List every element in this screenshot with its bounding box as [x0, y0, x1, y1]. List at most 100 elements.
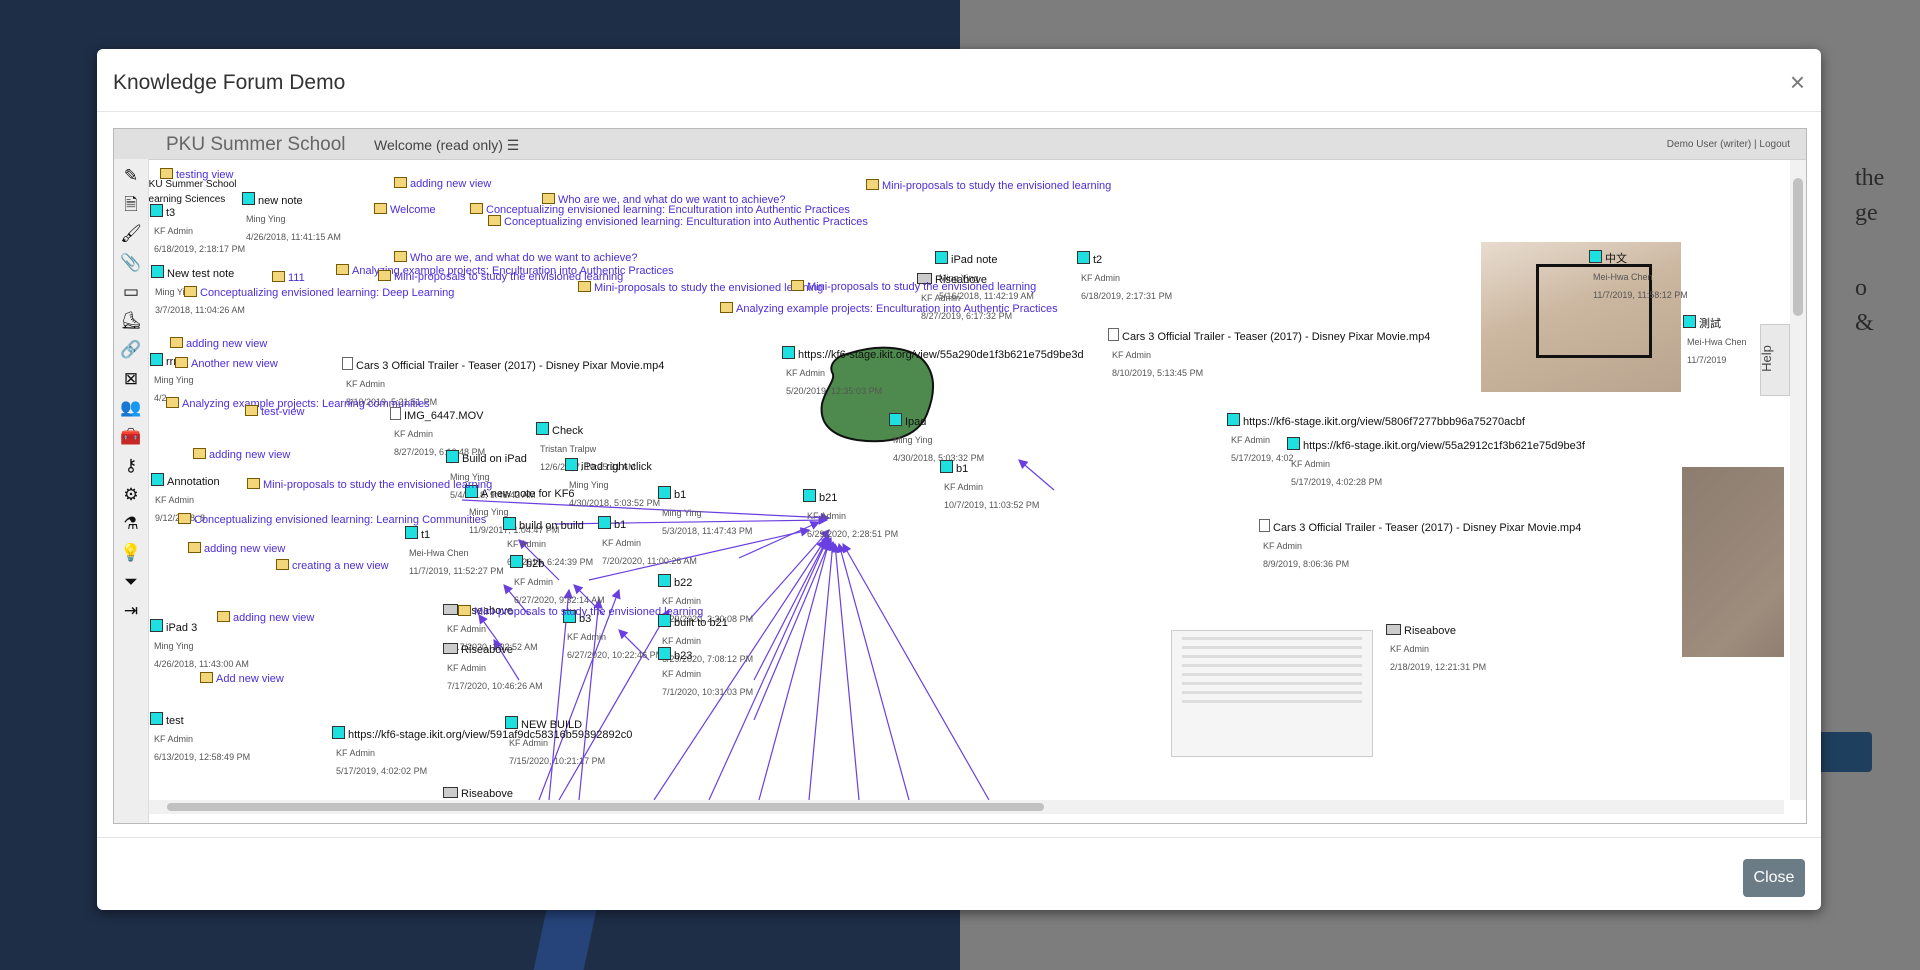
view-link[interactable]: Who are we, and what do we want to achie…: [394, 251, 637, 264]
view-link[interactable]: adding new view: [188, 542, 285, 555]
view-link[interactable]: Another new view: [175, 357, 278, 370]
note-date: 5/17/2019, 4:02: [1231, 453, 1294, 463]
view-link[interactable]: Conceptualizing envisioned learning: Enc…: [488, 215, 868, 228]
note-item[interactable]: Riseabove KF Admin 2/18/2019, 12:21:31 PM: [1386, 621, 1486, 675]
view-icon: [470, 203, 483, 214]
note-item[interactable]: b1 KF Admin 10/7/2019, 11:03:52 PM: [940, 459, 1039, 513]
note-item[interactable]: test KF Admin 6/13/2019, 12:58:49 PM: [150, 711, 250, 765]
view-link[interactable]: Mini-proposals to study the envisioned l…: [578, 281, 823, 294]
note-item[interactable]: Riseabove KF Admin 7/17/2020, 10:46:26 AM: [443, 640, 543, 694]
note-date: 5/17/2019, 4:02:02 PM: [336, 766, 428, 776]
note-item[interactable]: iPad right click Ming Ying 4/30/2018, 5:03…: [565, 457, 660, 511]
note-date: 6/29/2020, 2:28:51 PM: [807, 529, 899, 539]
background-text: o: [1855, 275, 1867, 301]
scroll-thumb[interactable]: [167, 803, 1044, 811]
help-tab[interactable]: Help: [1759, 324, 1790, 396]
pencil-icon[interactable]: ✎: [114, 161, 148, 191]
note-item[interactable]: t3 KF Admin 6/18/2019, 2:18:17 PM: [150, 203, 245, 257]
photo-attachment[interactable]: [1682, 467, 1784, 657]
note-item[interactable]: Ipad Ming Ying 4/30/2018, 5:03:32 PM: [889, 412, 984, 466]
note-item[interactable]: Cars 3 Official Trailer - Teaser (2017) …: [1259, 518, 1581, 572]
note-date: 6/13/2019, 12:58:49 PM: [154, 752, 251, 762]
note-item[interactable]: b1 KF Admin 7/20/2020, 11:00:26 AM: [598, 515, 697, 569]
horizontal-scrollbar[interactable]: [149, 800, 1784, 814]
note-icon: [242, 192, 255, 205]
view-link[interactable]: Add new view: [200, 672, 284, 685]
note-item[interactable]: Riseabove KF Admin 8/27/2019, 6:17:32 PM: [917, 270, 1012, 324]
note-item[interactable]: 中文 Mei-Hwa Chen 11/7/2019, 11:58:12 PM: [1589, 249, 1688, 303]
view-link[interactable]: adding new view: [193, 448, 290, 461]
note-item[interactable]: https://kf6-stage.ikit.org/view/55a290de…: [782, 345, 1084, 399]
link-icon[interactable]: 🔗: [114, 335, 148, 365]
note-item[interactable]: Cars 3 Official Trailer - Teaser (2017) …: [1108, 327, 1430, 381]
note-author: Ming Ying: [246, 214, 286, 224]
paperclip-icon[interactable]: 📎: [114, 248, 148, 278]
background-text: &: [1855, 310, 1874, 336]
view-link[interactable]: Welcome: [374, 203, 436, 216]
view-link[interactable]: adding new view: [394, 177, 491, 190]
list-icon[interactable]: ☰: [507, 137, 520, 153]
view-icon: [378, 270, 391, 281]
note-item[interactable]: Riseabove: [443, 784, 513, 800]
note-item[interactable]: iPad 3 Ming Ying 4/26/2018, 11:43:00 AM: [150, 618, 249, 672]
note-item[interactable]: t2 KF Admin 6/18/2019, 2:17:31 PM: [1077, 250, 1172, 304]
vertical-scrollbar[interactable]: [1790, 160, 1806, 800]
note-icon[interactable]: 🗎: [114, 190, 148, 220]
community-title: PKU Summer School: [166, 134, 346, 155]
note-title: Annotation: [167, 476, 220, 488]
brush-icon[interactable]: 🖌: [114, 219, 148, 249]
view-link[interactable]: Conceptualizing envisioned learning: Lea…: [178, 513, 486, 526]
note-item[interactable]: 測試 Mei-Hwa Chen 11/7/2019: [1683, 314, 1747, 368]
view-link[interactable]: Conceptualizing envisioned learning: Dee…: [184, 286, 454, 299]
shoe-icon[interactable]: ⛸: [114, 306, 148, 336]
lightbulb-icon[interactable]: 💡: [114, 538, 148, 568]
kf-view-frame: PKU Summer School Welcome (read only) ☰ …: [113, 128, 1807, 824]
key-icon[interactable]: ⚷: [114, 451, 148, 481]
view-link[interactable]: Mini-proposals to study the envisioned l…: [866, 179, 1111, 192]
screenshot-attachment[interactable]: [1171, 630, 1373, 757]
note-title: t1: [421, 529, 431, 541]
view-link[interactable]: adding new view: [170, 337, 267, 350]
close-icon[interactable]: ×: [1790, 67, 1805, 98]
image-icon[interactable]: ⊠: [114, 364, 148, 394]
note-item[interactable]: t1 Mei-Hwa Chen 11/7/2019, 11:52:27 PM: [405, 525, 504, 579]
note-item[interactable]: b23 KF Admin 7/1/2020, 10:31:03 PM: [658, 646, 753, 700]
gear-icon[interactable]: ⚙: [114, 480, 148, 510]
view-link-label: test-view: [261, 406, 305, 418]
note-title: 測試: [1699, 318, 1721, 330]
note-date: 3/7/2018, 11:04:26 AM: [155, 305, 245, 315]
view-label: PKU Summer School: [149, 179, 237, 190]
toolbox-icon[interactable]: 🧰: [114, 422, 148, 452]
view-link[interactable]: Mini-proposals to study the envisioned l…: [458, 605, 703, 618]
view-link[interactable]: Mini-proposals to study the envisioned l…: [247, 478, 492, 491]
scroll-thumb[interactable]: [1793, 178, 1803, 316]
view-link[interactable]: Analyzing example projects: Enculturatio…: [720, 302, 1058, 315]
note-item[interactable]: b21 KF Admin 6/29/2020, 2:28:51 PM: [803, 488, 898, 542]
users-icon[interactable]: 👥: [114, 393, 148, 423]
exit-icon[interactable]: ⇥: [114, 596, 148, 626]
window-icon[interactable]: ▭: [114, 277, 148, 307]
modal-footer: Close: [97, 837, 1821, 911]
note-item[interactable]: new note Ming Ying 4/26/2018, 11:41:15 AM: [242, 191, 341, 245]
filter-icon[interactable]: ⏷: [114, 567, 148, 597]
flask-icon[interactable]: ⚗: [114, 509, 148, 539]
view-link[interactable]: creating a new view: [276, 559, 389, 572]
logout-link[interactable]: Logout: [1759, 139, 1790, 150]
view-title[interactable]: Welcome (read only) ☰: [374, 137, 519, 154]
view-link[interactable]: 111: [272, 271, 305, 284]
note-author: Ming Ying: [154, 375, 194, 385]
note-title: new note: [258, 195, 303, 207]
note-date: 10/7/2019, 11:03:52 PM: [944, 500, 1040, 510]
view-link[interactable]: Mini-proposals to study the envisioned l…: [791, 280, 1036, 293]
view-link[interactable]: test-view: [245, 405, 304, 418]
note-date: 8/10/2019, 5:13:45 PM: [1112, 368, 1204, 378]
close-button[interactable]: Close: [1743, 859, 1805, 897]
note-title: t3: [166, 207, 176, 219]
view-link[interactable]: adding new view: [217, 611, 314, 624]
note-item[interactable]: https://kf6-stage.ikit.org/view/55a2912c…: [1287, 436, 1585, 490]
view-link-label: Welcome: [390, 204, 436, 216]
note-item[interactable]: b2b KF Admin 6/27/2020, 9:32:14 AM: [510, 554, 605, 608]
view-canvas[interactable]: t3 KF Admin 6/18/2019, 2:18:17 PM new note…: [149, 160, 1784, 800]
view-icon: [245, 405, 258, 416]
note-item[interactable]: NEW BUILD KF Admin 7/15/2020, 10:21:17 PM: [505, 715, 605, 769]
